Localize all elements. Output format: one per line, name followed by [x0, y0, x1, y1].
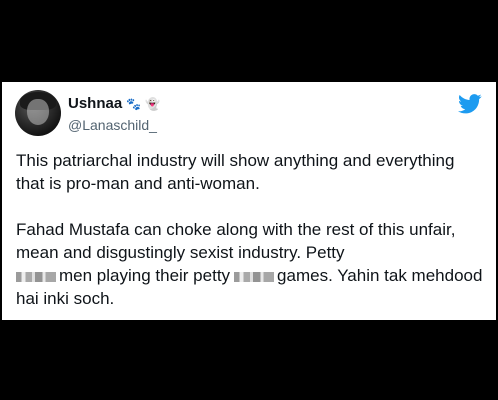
- tweet-paragraph-2-part-2: men playing their petty: [59, 266, 231, 285]
- author-name-row: Ushnaa 🐾 👻: [68, 95, 160, 112]
- profile-avatar[interactable]: [15, 90, 61, 136]
- tweet-paragraph-2: Fahad Mustafa can choke along with the r…: [16, 218, 486, 310]
- tweet-card: Ushnaa 🐾 👻 @Lanaschild_ This patriarchal…: [2, 82, 496, 320]
- censored-word-1: [16, 272, 56, 282]
- censored-word-2: [234, 272, 275, 282]
- twitter-bird-icon[interactable]: [458, 94, 482, 114]
- author-display-name[interactable]: Ushnaa: [68, 95, 122, 112]
- paw-prints-emoji: 🐾: [126, 96, 142, 111]
- avatar-face: [27, 99, 49, 125]
- ghost-emoji: 👻: [145, 96, 161, 111]
- tweet-paragraph-1: This patriarchal industry will show anyt…: [16, 151, 455, 193]
- tweet-body: This patriarchal industry will show anyt…: [16, 149, 486, 333]
- author-handle[interactable]: @Lanaschild_: [68, 117, 157, 133]
- tweet-paragraph-2-part-1: Fahad Mustafa can choke along with the r…: [16, 220, 456, 262]
